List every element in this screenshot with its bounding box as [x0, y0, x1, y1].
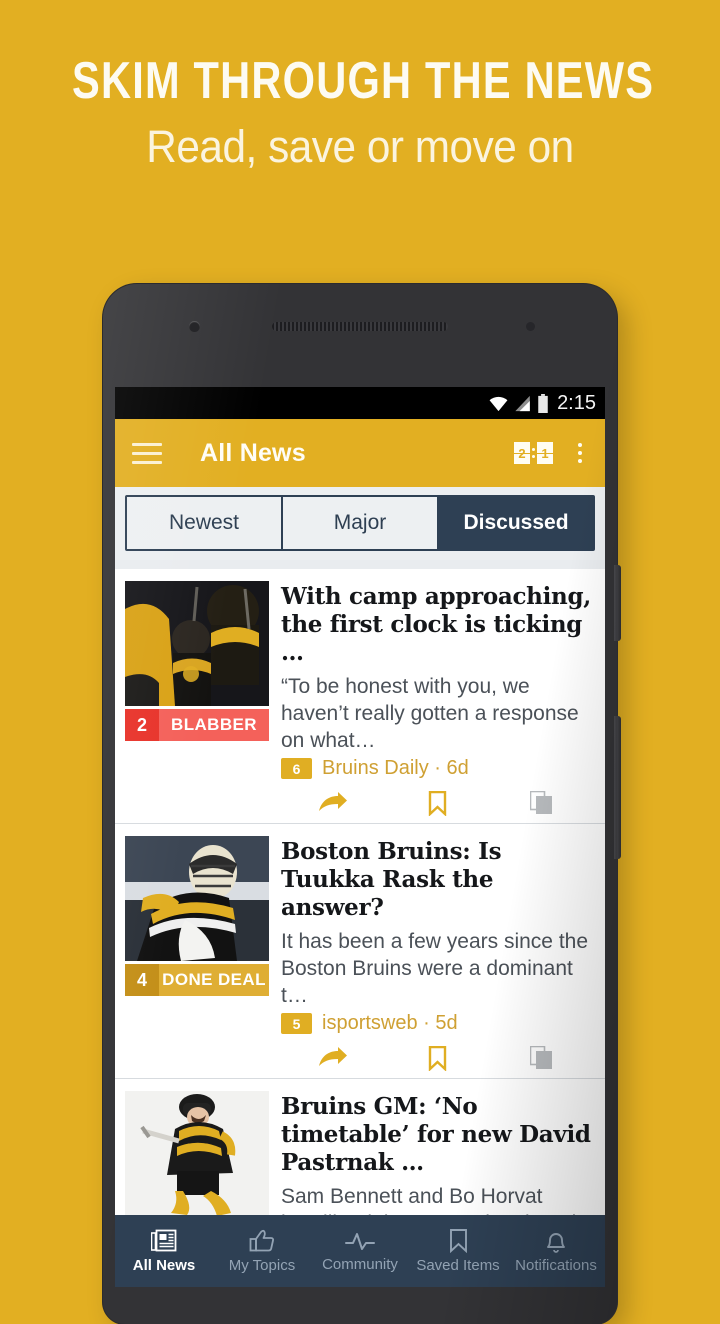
pulse-icon [345, 1232, 375, 1250]
article-source: isportsweb · 5d [322, 1012, 458, 1034]
copy-icon[interactable] [489, 1046, 593, 1070]
scoreboard-icon[interactable]: 2 1 [514, 442, 553, 464]
article-snippet: It has been a few years since the Boston… [281, 930, 589, 1007]
promo-banner: SKIM THROUGH THE NEWS Read, save or move… [0, 0, 720, 172]
tab-content-divider [115, 560, 605, 569]
article-headline[interactable]: With camp approaching, the first clock i… [281, 583, 593, 667]
app-bar: All News 2 1 [115, 419, 605, 487]
nav-label: My Topics [228, 1256, 296, 1274]
sidebar-item-my-topics[interactable]: My Topics [213, 1229, 311, 1274]
bookmark-icon[interactable] [385, 790, 489, 816]
bell-icon [547, 1232, 565, 1253]
page-title: All News [200, 438, 306, 467]
card-thumbnail-column: 2 BLABBER [115, 581, 269, 823]
tag-count: 2 [125, 709, 159, 741]
bottom-navigation: All News My Topics Community Saved Items… [115, 1215, 605, 1287]
status-badge: 2 BLABBER [125, 709, 269, 741]
tag-count: 4 [125, 964, 159, 996]
tag-label: BLABBER [159, 709, 269, 741]
battery-icon [538, 393, 548, 413]
volume-button[interactable] [614, 716, 621, 859]
article-source: Bruins Daily · 6d [322, 757, 469, 779]
article-thumbnail [125, 1091, 269, 1216]
article-meta: 6 Bruins Daily · 6d [281, 757, 593, 780]
newspaper-icon [151, 1229, 177, 1251]
nav-label: Saved Items [416, 1256, 500, 1274]
card-content-column: With camp approaching, the first clock i… [269, 581, 605, 823]
sidebar-item-saved-items[interactable]: Saved Items [409, 1228, 507, 1274]
news-feed: 2 BLABBER With camp approaching, the fir… [115, 569, 605, 1287]
copy-icon[interactable] [489, 791, 593, 815]
phone-screen: 2:15 All News 2 1 Newest Major Discussed [115, 387, 605, 1287]
comment-count-badge: 5 [281, 1013, 312, 1034]
table-row[interactable]: 2 BLABBER With camp approaching, the fir… [115, 569, 605, 824]
card-thumbnail-column: 4 DONE DEAL [115, 836, 269, 1078]
status-badge: 4 DONE DEAL [125, 964, 269, 996]
article-snippet: “To be honest with you, we haven’t reall… [281, 675, 579, 752]
tag-label: DONE DEAL [159, 964, 269, 996]
front-camera-icon [189, 321, 200, 332]
article-actions [281, 1038, 593, 1078]
sidebar-item-all-news[interactable]: All News [115, 1229, 213, 1274]
overflow-menu-icon[interactable] [572, 439, 588, 467]
hamburger-menu-icon[interactable] [132, 442, 162, 464]
status-bar: 2:15 [115, 387, 605, 419]
article-meta: 5 isportsweb · 5d [281, 1012, 593, 1035]
article-headline[interactable]: Bruins GM: ‘No timetable’ for new David … [281, 1093, 593, 1177]
earpiece-speaker [272, 322, 448, 331]
scoreboard-left-digit: 2 [514, 442, 530, 464]
sensor-icon [526, 322, 535, 331]
article-actions [281, 783, 593, 823]
tab-major[interactable]: Major [283, 497, 439, 549]
sidebar-item-notifications[interactable]: Notifications [507, 1229, 605, 1274]
card-content-column: Boston Bruins: Is Tuukka Rask the answer… [269, 836, 605, 1078]
nav-label: Notifications [515, 1256, 597, 1274]
comment-count-badge: 6 [281, 758, 312, 779]
promo-title: SKIM THROUGH THE NEWS [72, 52, 655, 110]
status-bar-clock: 2:15 [557, 391, 596, 414]
promo-subtitle: Read, save or move on [146, 121, 574, 172]
share-icon[interactable] [281, 792, 385, 814]
thumbs-up-icon [249, 1229, 274, 1251]
tab-discussed[interactable]: Discussed [439, 497, 593, 549]
share-icon[interactable] [281, 1047, 385, 1069]
bookmark-icon [449, 1228, 467, 1253]
article-headline[interactable]: Boston Bruins: Is Tuukka Rask the answer… [281, 838, 593, 922]
nav-label: All News [132, 1256, 196, 1274]
phone-mockup: 2:15 All News 2 1 Newest Major Discussed [103, 284, 621, 1324]
scoreboard-right-digit: 1 [537, 442, 553, 464]
power-button[interactable] [614, 565, 621, 641]
scoreboard-colon [532, 448, 535, 458]
wifi-icon [489, 396, 508, 411]
bookmark-icon[interactable] [385, 1045, 489, 1071]
table-row[interactable]: 4 DONE DEAL Boston Bruins: Is Tuukka Ras… [115, 824, 605, 1079]
tab-newest[interactable]: Newest [127, 497, 283, 549]
nav-label: Community [322, 1255, 398, 1273]
article-thumbnail [125, 836, 269, 961]
signal-icon [515, 395, 530, 411]
tab-bar: Newest Major Discussed [115, 487, 605, 560]
sidebar-item-community[interactable]: Community [311, 1230, 409, 1273]
article-thumbnail [125, 581, 269, 706]
